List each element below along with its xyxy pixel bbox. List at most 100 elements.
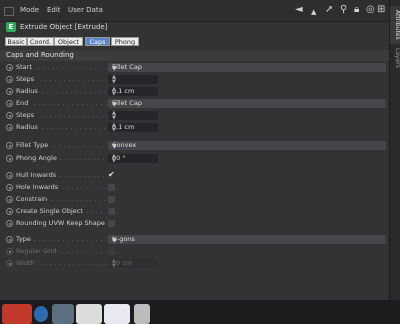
tab-caps[interactable]: Caps — [85, 37, 110, 46]
keyframe-radio-icon[interactable] — [6, 88, 13, 95]
dropdown-arrow-icon: ▼ — [112, 237, 117, 244]
start-radius-field[interactable]: 0,1 cm ▲ ▼ — [108, 87, 158, 96]
leader-dots: . . . . . . . . . . . . . . — [42, 87, 106, 95]
extrude-object-icon: E — [6, 22, 16, 32]
row-hole-inwards: Hole Inwards . . . . . . . . . . — [0, 182, 389, 193]
keyframe-radio-icon[interactable] — [6, 124, 13, 131]
start-dropdown[interactable]: Fillet Cap ▼ — [108, 63, 386, 72]
row-label: Start — [16, 63, 32, 71]
spinner-icon[interactable]: ▲ ▼ — [112, 123, 156, 133]
keyframe-radio-icon[interactable] — [6, 112, 13, 119]
tab-coord[interactable]: Coord. — [27, 37, 54, 46]
taskbar-app-icon[interactable] — [52, 304, 74, 324]
row-label: Create Single Object — [16, 207, 83, 215]
attributes-panel: Mode Edit User Data ◄ ▲ ➚ ⚲ 🔒︎ ◎ ⊞ E Ext… — [0, 0, 389, 300]
tab-basic[interactable]: Basic — [5, 37, 27, 46]
keyframe-radio-icon[interactable] — [6, 208, 13, 215]
leader-dots: . . . . . . . . . . — [62, 247, 107, 255]
taskbar-app-icon[interactable] — [76, 304, 102, 324]
create-single-object-checkbox[interactable] — [108, 208, 115, 215]
row-label: Hull Inwards — [16, 171, 57, 179]
keyframe-radio-icon[interactable] — [6, 220, 13, 227]
row-label: Regular Grid — [16, 247, 57, 255]
cursor-arrow-icon[interactable]: ➚ — [325, 4, 333, 16]
row-start: Start . . . . . . . . . . . . . . . Fill… — [0, 62, 389, 73]
tab-object[interactable]: Object — [54, 37, 83, 46]
leader-dots: . . . . . . . . . . — [62, 183, 107, 191]
taskbar-app-icon[interactable] — [34, 306, 48, 322]
keyframe-radio-icon[interactable] — [6, 236, 13, 243]
keyframe-radio-icon[interactable] — [6, 172, 13, 179]
leader-dots: . . . . . . . . . . — [60, 171, 105, 179]
menu-edit[interactable]: Edit — [47, 6, 61, 14]
object-title: Extrude Object [Extrude] — [20, 23, 108, 31]
side-tab-layers[interactable]: Layers — [390, 46, 400, 70]
up-arrow-icon[interactable]: ▲ — [311, 6, 316, 18]
dropdown-arrow-icon: ▼ — [112, 65, 117, 72]
keyframe-radio-icon[interactable] — [6, 184, 13, 191]
tab-phong[interactable]: Phong — [111, 37, 139, 46]
back-arrow-icon[interactable]: ◄ — [295, 4, 303, 16]
row-label: Width — [16, 259, 35, 267]
spinner-icon[interactable]: ▲ ▼ — [112, 75, 156, 85]
side-tab-attributes[interactable]: Attributes — [390, 6, 400, 44]
keyframe-radio-icon[interactable] — [6, 76, 13, 83]
width-field: 10 cm ▲ ▼ — [108, 259, 158, 268]
row-create-single-object: Create Single Object . . . . — [0, 206, 389, 217]
hull-inwards-checkbox[interactable] — [108, 170, 115, 179]
hole-inwards-checkbox[interactable] — [108, 184, 115, 191]
start-steps-field[interactable]: 3 ▲ ▼ — [108, 75, 158, 84]
leader-dots: . . . . . . . . . . . . . . . — [40, 111, 109, 119]
fillet-type-dropdown[interactable]: Convex ▼ — [108, 141, 386, 150]
row-rounding-uvw-keep-shape: Rounding UVW Keep Shape — [0, 218, 389, 229]
phong-angle-field[interactable]: 60 ° ▲ ▼ — [108, 154, 158, 163]
spinner-icon[interactable]: ▲ ▼ — [112, 111, 156, 121]
taskbar-app-icon[interactable] — [2, 304, 32, 324]
leader-dots: . . . . . . . . . . . . — [52, 195, 107, 203]
type-dropdown[interactable]: N-gons ▼ — [108, 235, 386, 244]
leader-dots: . . . . — [86, 207, 103, 215]
keyframe-radio-icon[interactable] — [6, 100, 13, 107]
section-header[interactable]: Caps and Rounding — [0, 50, 389, 61]
end-radius-field[interactable]: 0,1 cm ▲ ▼ — [108, 123, 158, 132]
row-label: Hole Inwards — [16, 183, 59, 191]
search-icon[interactable]: ⚲ — [340, 4, 347, 16]
row-end-radius: Radius . . . . . . . . . . . . . . 0,1 c… — [0, 122, 389, 133]
taskbar-app-icon[interactable] — [134, 304, 150, 324]
leader-dots: . . . . . . . . . . — [60, 154, 105, 162]
leader-dots: . . . . . . . . . . . — [54, 141, 104, 149]
end-steps-field[interactable]: 3 ▲ ▼ — [108, 111, 158, 120]
row-label: Radius — [16, 87, 38, 95]
object-title-row: E Extrude Object [Extrude] — [0, 21, 389, 34]
rounding-uvw-keep-shape-checkbox[interactable] — [108, 220, 115, 227]
new-panel-icon[interactable]: ⊞ — [377, 4, 385, 16]
taskbar-app-icon[interactable] — [104, 304, 130, 324]
row-start-steps: Steps . . . . . . . . . . . . . . . 3 ▲ ▼ — [0, 74, 389, 85]
leader-dots: . . . . . . . . . . . . . . — [42, 123, 106, 131]
menu-mode[interactable]: Mode — [20, 6, 39, 14]
taskbar — [0, 300, 400, 324]
dropdown-arrow-icon: ▼ — [112, 143, 117, 150]
constrain-checkbox[interactable] — [108, 196, 115, 203]
row-constrain: Constrain . . . . . . . . . . . . — [0, 194, 389, 205]
lock-icon[interactable]: 🔒︎ — [354, 4, 359, 16]
dropdown-arrow-icon: ▼ — [112, 101, 117, 108]
regular-grid-checkbox — [108, 248, 115, 255]
row-label: Phong Angle — [16, 154, 57, 162]
leader-dots: . . . . . . . . . . . . . . . . — [34, 99, 108, 107]
end-dropdown[interactable]: Fillet Cap ▼ — [108, 99, 386, 108]
leader-dots: . . . . . . . . . . . . . . . — [40, 75, 109, 83]
keyframe-radio-icon[interactable] — [6, 142, 13, 149]
keyframe-radio-icon[interactable] — [6, 155, 13, 162]
keyframe-radio-icon[interactable] — [6, 196, 13, 203]
spinner-icon[interactable]: ▲ ▼ — [112, 87, 156, 97]
keyframe-radio-icon[interactable] — [6, 64, 13, 71]
row-end: End . . . . . . . . . . . . . . . . Fill… — [0, 98, 389, 109]
leader-dots: . . . . . . . . . . . . . . . — [40, 259, 109, 267]
row-label: Steps — [16, 75, 35, 83]
row-hull-inwards: Hull Inwards . . . . . . . . . . — [0, 170, 389, 181]
target-icon[interactable]: ◎ — [366, 4, 375, 16]
spinner-icon[interactable]: ▲ ▼ — [112, 154, 156, 164]
panel-grip-icon[interactable] — [4, 7, 14, 16]
menu-user-data[interactable]: User Data — [68, 6, 103, 14]
